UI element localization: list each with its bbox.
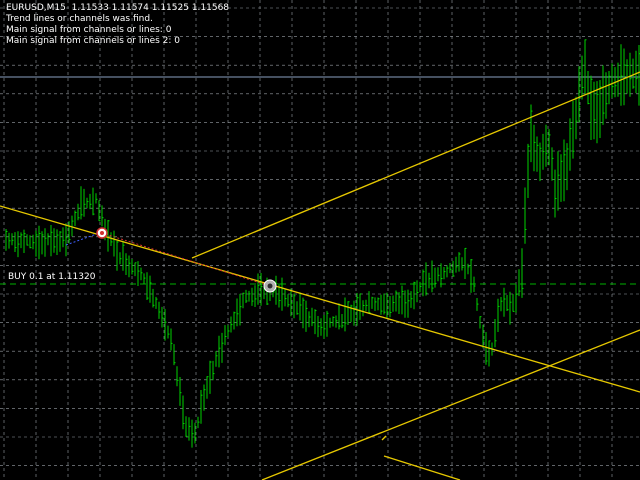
trendline-stub[interactable]: [381, 435, 387, 441]
close-marker-icon[interactable]: [263, 279, 277, 293]
upper-channel-line[interactable]: [191, 71, 640, 259]
chart-window[interactable]: EURUSD,M15 1.11533 1.11574 1.11525 1.115…: [0, 0, 640, 480]
trend-lines[interactable]: [0, 71, 640, 480]
buy-arrow-icon[interactable]: [96, 227, 108, 239]
descending-trendline[interactable]: [0, 205, 640, 393]
price-bars: [5, 39, 640, 448]
chart-grid: [0, 0, 640, 480]
symbol-ohlc-line: EURUSD,M15 1.11533 1.11574 1.11525 1.115…: [6, 3, 229, 14]
price-chart[interactable]: [0, 0, 640, 480]
chart-info-panel: EURUSD,M15 1.11533 1.11574 1.11525 1.115…: [6, 3, 229, 47]
buy-order-label: BUY 0.1 at 1.11320: [8, 272, 96, 282]
message-main-signal-2: Main signal from channels or lines 2: 0: [6, 36, 181, 46]
lower-channel-line[interactable]: [261, 329, 640, 480]
ohlc-values: 1.11533 1.11574 1.11525 1.11568: [71, 3, 230, 13]
message-main-signal: Main signal from channels or lines: 0: [6, 25, 172, 35]
symbol-timeframe: EURUSD,M15: [6, 3, 66, 13]
short-trendline-segment[interactable]: [383, 455, 461, 480]
message-trend-found: Trend lines or channels was find.: [6, 14, 153, 24]
